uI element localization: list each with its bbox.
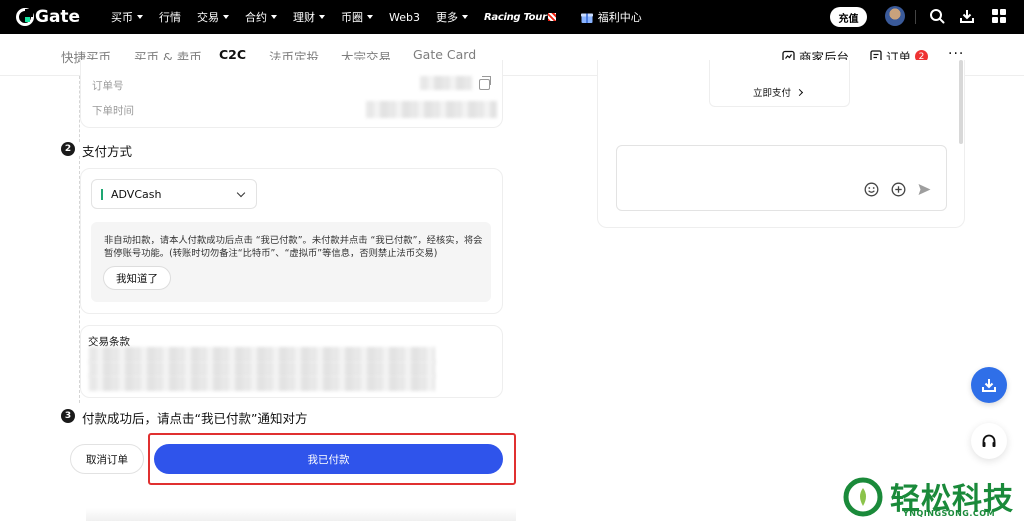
chat-scrollbar[interactable] [959, 60, 963, 144]
chevron-down-icon [236, 188, 246, 198]
send-icon[interactable] [917, 182, 932, 197]
welfare-center-link[interactable]: 福利中心 [580, 9, 642, 25]
checkered-flag-icon [547, 13, 556, 21]
watermark-subtitle: YNQINGSONG.COM [903, 509, 996, 518]
recharge-button[interactable]: 充值 [830, 7, 867, 27]
chevron-down-icon [461, 15, 468, 19]
payment-notice-text: 非自动扣款，请本人付款成功后点击 “我已付款”。未付款并点击 “我已付款”，经核… [104, 235, 483, 259]
nav-trade[interactable]: 交易 [197, 9, 229, 25]
add-attachment-icon[interactable] [891, 182, 906, 197]
gate-logo[interactable]: Gate [16, 6, 80, 28]
emoji-icon[interactable] [864, 182, 879, 197]
chat-message-input[interactable] [616, 145, 947, 211]
chevron-down-icon [271, 15, 277, 19]
nav-more[interactable]: 更多 [436, 9, 468, 25]
pay-now-label: 立即支付 [753, 88, 792, 99]
racing-tour-banner[interactable]: Racing Tour [484, 12, 556, 23]
gift-icon [580, 13, 593, 23]
payment-method-heading: 支付方式 [82, 144, 133, 159]
cancel-order-button[interactable]: 取消订单 [70, 444, 144, 474]
pay-now-card [709, 60, 850, 107]
redacted-order-time [366, 101, 497, 118]
nav-community[interactable]: 币圈 [341, 9, 373, 25]
welfare-label: 福利中心 [597, 11, 642, 24]
chevron-down-icon [367, 15, 373, 19]
acknowledge-button[interactable]: 我知道了 [103, 266, 171, 290]
logo-text: Gate [35, 7, 81, 27]
redacted-order-number [420, 76, 472, 90]
confirm-payment-heading: 付款成功后，请点击“我已付款”通知对方 [82, 411, 308, 426]
nav-label: 买币 [111, 11, 133, 24]
nav-label: 合约 [245, 11, 267, 24]
float-download-button[interactable] [971, 367, 1007, 403]
payment-method-select[interactable]: ADVCash [91, 179, 257, 209]
chevron-down-icon [223, 15, 229, 19]
payment-method-value: ADVCash [111, 187, 162, 201]
redacted-terms-line [89, 375, 435, 391]
headset-icon [982, 434, 996, 447]
order-time-label: 下单时间 [92, 105, 134, 117]
nav-label: 交易 [197, 11, 219, 24]
nav-label: 行情 [159, 11, 181, 24]
order-number-label: 订单号 [92, 80, 124, 92]
racing-tour-label: Racing Tour [483, 11, 547, 23]
avatar[interactable] [885, 6, 905, 26]
top-nav-bar: Gate 买币 行情 交易 合约 理财 币圈 Web3 更多 Racing To… [0, 0, 1024, 34]
nav-label: 更多 [435, 11, 458, 24]
chevron-right-icon [795, 88, 804, 96]
gate-logo-icon [16, 8, 34, 26]
search-icon[interactable] [929, 8, 945, 24]
main-nav: 买币 行情 交易 合约 理财 币圈 Web3 更多 Racing Tour 福利… [111, 0, 642, 34]
copy-icon[interactable] [479, 76, 491, 90]
step-number-2: 2 [61, 142, 75, 156]
chevron-down-icon [137, 15, 143, 19]
grid-menu-icon[interactable] [991, 8, 1007, 24]
chevron-down-icon [319, 15, 325, 19]
nav-label: Web3 [389, 10, 420, 24]
i-have-paid-button[interactable]: 我已付款 [154, 444, 503, 474]
download-icon [982, 379, 996, 392]
method-color-marker [101, 188, 103, 200]
float-support-button[interactable] [971, 423, 1007, 459]
nav-earn[interactable]: 理财 [293, 9, 325, 25]
step-number-3: 3 [61, 409, 75, 423]
nav-web3[interactable]: Web3 [389, 11, 420, 24]
bottom-card-edge [86, 508, 516, 521]
nav-futures[interactable]: 合约 [245, 9, 277, 25]
download-icon[interactable] [959, 8, 975, 24]
nav-markets[interactable]: 行情 [159, 9, 181, 25]
nav-divider [915, 10, 916, 24]
nav-label: 币圈 [341, 11, 363, 24]
nav-buy-crypto[interactable]: 买币 [111, 9, 143, 25]
nav-label: 理财 [293, 11, 315, 24]
pay-now-link[interactable]: 立即支付 [753, 85, 804, 99]
